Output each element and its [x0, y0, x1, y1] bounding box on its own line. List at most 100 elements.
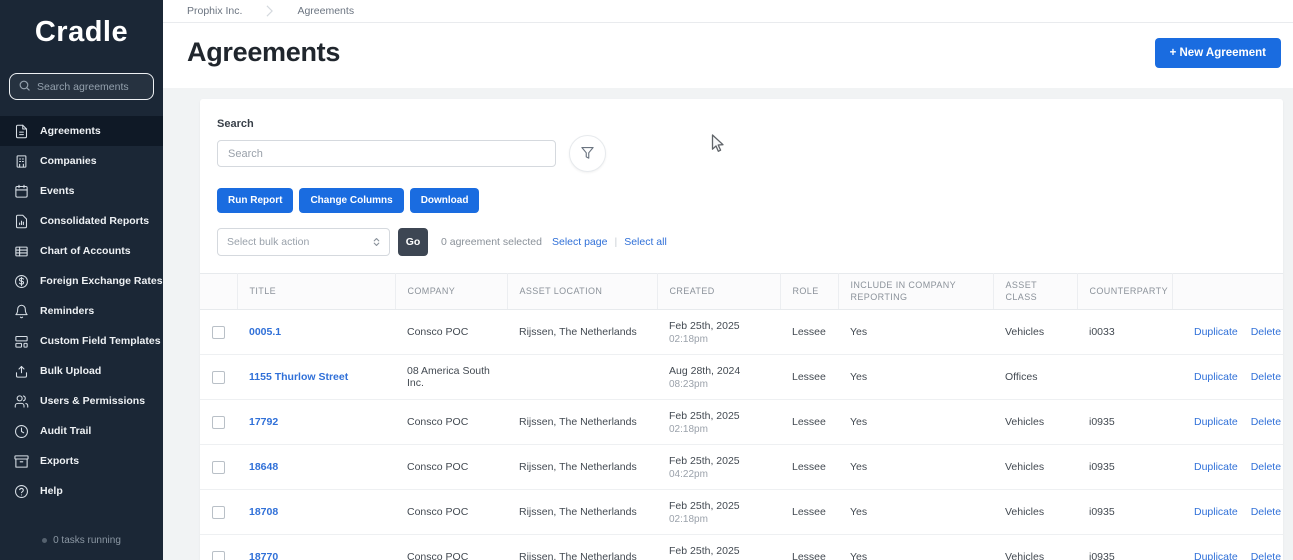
filter-funnel-icon [580, 145, 595, 163]
cell-created: Feb 25th, 2025 04:22pm [657, 444, 780, 490]
cell-include-in-company-reporting: Yes [838, 534, 993, 560]
cell-counterparty: i0935 [1077, 444, 1172, 490]
column-header-role[interactable]: Role [780, 273, 839, 310]
agreement-title-link[interactable]: 18648 [249, 461, 278, 473]
select-all-link[interactable]: Select all [624, 236, 667, 248]
created-date: Feb 25th, 2025 [669, 544, 740, 557]
agreements-table: Title Company Asset Location Created Rol… [200, 273, 1283, 560]
filter-button[interactable] [569, 135, 606, 172]
row-checkbox[interactable] [212, 325, 225, 339]
sidebar-item-custom-field-templates[interactable]: Custom Field Templates [0, 326, 163, 356]
delete-link[interactable]: Delete [1251, 371, 1281, 383]
cell-asset-class: Offices [993, 354, 1077, 400]
duplicate-link[interactable]: Duplicate [1194, 506, 1238, 518]
cell-company: Consco POC [395, 444, 507, 490]
column-header-asset-class[interactable]: Asset Class [993, 273, 1078, 310]
agreement-title-link[interactable]: 1155 Thurlow Street [249, 371, 348, 383]
agreement-title-link[interactable]: 0005.1 [249, 326, 281, 338]
created-time: 02:18pm [669, 513, 708, 525]
table-header-row: Title Company Asset Location Created Rol… [200, 273, 1283, 310]
cell-asset-location [507, 354, 657, 400]
agreement-title-link[interactable]: 18770 [249, 551, 278, 560]
sidebar-item-reminders[interactable]: Reminders [0, 296, 163, 326]
column-header-title[interactable]: Title [237, 273, 396, 310]
sidebar-item-chart-of-accounts[interactable]: Chart of Accounts [0, 236, 163, 266]
delete-link[interactable]: Delete [1251, 416, 1281, 428]
row-checkbox[interactable] [212, 505, 225, 519]
cell-company: 08 America South Inc. [395, 354, 507, 400]
custom-field-templates-icon [14, 334, 29, 349]
duplicate-link[interactable]: Duplicate [1194, 461, 1238, 473]
bulk-upload-icon [14, 364, 29, 379]
created-date: Feb 25th, 2025 [669, 409, 740, 422]
sidebar-item-agreements[interactable]: Agreements [0, 116, 163, 146]
duplicate-link[interactable]: Duplicate [1194, 371, 1238, 383]
agreement-title-link[interactable]: 18708 [249, 506, 278, 518]
cell-counterparty: i0935 [1077, 399, 1172, 445]
bulk-action-row: Select bulk action Go 0 agreement select… [217, 228, 1266, 256]
select-page-link[interactable]: Select page [552, 236, 607, 248]
created-time: 08:23pm [669, 378, 708, 390]
cell-counterparty [1077, 354, 1172, 400]
cell-counterparty: i0033 [1077, 309, 1172, 355]
sidebar-item-audit-trail[interactable]: Audit Trail [0, 416, 163, 446]
sidebar-item-exports[interactable]: Exports [0, 446, 163, 476]
bulk-action-select[interactable]: Select bulk action [217, 228, 390, 256]
exports-icon [14, 454, 29, 469]
column-header-asset-location[interactable]: Asset Location [507, 273, 658, 310]
breadcrumb-item-company[interactable]: Prophix Inc. [187, 5, 242, 17]
cell-asset-class: Vehicles [993, 489, 1077, 535]
cell-role: Lessee [780, 309, 838, 355]
agreements-icon [14, 124, 29, 139]
sidebar-item-foreign-exchange-rates[interactable]: Foreign Exchange Rates [0, 266, 163, 296]
cell-created: Aug 28th, 2024 08:23pm [657, 354, 780, 400]
column-header-created[interactable]: Created [657, 273, 781, 310]
column-header-counterparty[interactable]: Counterparty [1077, 273, 1173, 310]
row-checkbox[interactable] [212, 550, 225, 560]
chart-of-accounts-icon [14, 244, 29, 259]
table-row: 18708 Consco POC Rijssen, The Netherland… [200, 489, 1283, 535]
delete-link[interactable]: Delete [1251, 506, 1281, 518]
content-area: Search Run Report Change Columns Downloa… [163, 88, 1293, 560]
agreements-table-wrap: Title Company Asset Location Created Rol… [200, 273, 1283, 560]
cell-company: Consco POC [395, 399, 507, 445]
go-button[interactable]: Go [398, 228, 428, 256]
download-button[interactable]: Download [409, 188, 480, 213]
change-columns-button[interactable]: Change Columns [299, 188, 404, 213]
row-checkbox[interactable] [212, 460, 225, 474]
delete-link[interactable]: Delete [1251, 551, 1281, 560]
page-title: Agreements [187, 37, 341, 67]
sidebar-item-bulk-upload[interactable]: Bulk Upload [0, 356, 163, 386]
sidebar-item-consolidated-reports[interactable]: Consolidated Reports [0, 206, 163, 236]
cell-asset-location: Rijssen, The Netherlands [507, 534, 657, 560]
cell-role: Lessee [780, 489, 838, 535]
sidebar-item-events[interactable]: Events [0, 176, 163, 206]
audit-trail-icon [14, 424, 29, 439]
delete-link[interactable]: Delete [1251, 326, 1281, 338]
row-checkbox[interactable] [212, 370, 225, 384]
new-agreement-button[interactable]: + New Agreement [1154, 37, 1281, 68]
select-updown-icon [371, 235, 382, 249]
column-header-company[interactable]: Company [395, 273, 508, 310]
row-checkbox[interactable] [212, 415, 225, 429]
duplicate-link[interactable]: Duplicate [1194, 416, 1238, 428]
tasks-dot-icon [42, 537, 48, 543]
run-report-button[interactable]: Run Report [217, 188, 294, 213]
duplicate-link[interactable]: Duplicate [1194, 326, 1238, 338]
help-icon [14, 484, 29, 499]
users-permissions-icon [14, 394, 29, 409]
agreement-title-link[interactable]: 17792 [249, 416, 278, 428]
table-search-input[interactable] [217, 140, 556, 167]
cell-role: Lessee [780, 534, 838, 560]
column-header-include-in-company-reporting[interactable]: Include in Company Reporting [838, 273, 994, 310]
cell-counterparty: i0935 [1077, 534, 1172, 560]
breadcrumb-item-agreements[interactable]: Agreements [297, 5, 354, 17]
sidebar-item-help[interactable]: Help [0, 476, 163, 506]
app-logo: Cradle [34, 16, 129, 48]
duplicate-link[interactable]: Duplicate [1194, 551, 1238, 560]
search-label: Search [217, 118, 254, 130]
sidebar-item-companies[interactable]: Companies [0, 146, 163, 176]
cell-asset-location: Rijssen, The Netherlands [507, 489, 657, 535]
sidebar-item-users-permissions[interactable]: Users & Permissions [0, 386, 163, 416]
delete-link[interactable]: Delete [1251, 461, 1281, 473]
